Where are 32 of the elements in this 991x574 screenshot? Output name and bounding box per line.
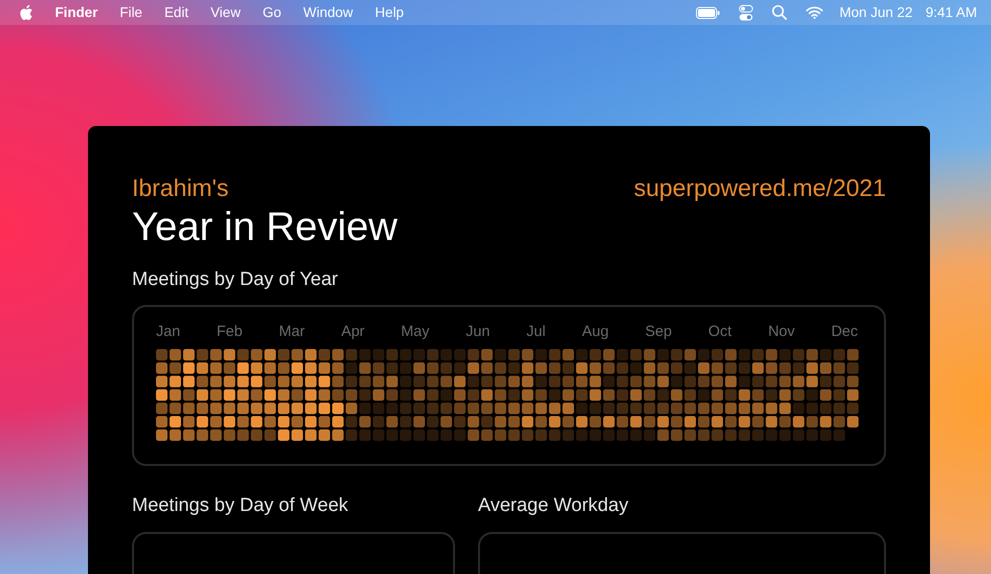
month-label: Dec [831,323,858,341]
menu-item[interactable]: View [210,2,241,23]
menu-item[interactable]: File [120,2,142,23]
month-label: Feb [216,323,242,341]
section-title: Meetings by Day of Week [132,494,350,518]
wifi-icon[interactable] [806,6,824,19]
month-label: Mar [278,323,305,341]
month-label: Jun [466,323,490,341]
menu-item[interactable]: Help [375,2,404,23]
menu-app-name[interactable]: Finder [55,2,98,23]
month-label: Jul [526,323,546,341]
menu-time[interactable]: 9:41 AM [926,2,977,23]
apple-logo-icon[interactable] [20,5,33,20]
month-label: Aug [582,323,609,341]
search-icon[interactable] [772,5,788,20]
menu-item[interactable]: Window [303,2,354,23]
site-url: superpowered.me/2021 [634,176,886,202]
month-label: Jan [156,323,180,341]
section-title: Average Workday [478,494,630,518]
menu-item[interactable]: Go [262,2,282,23]
page-title: Year in Review [132,204,398,250]
month-label: Oct [708,323,732,341]
month-label: Nov [768,323,795,341]
month-label: May [400,323,430,341]
owner-name: Ibrahim's [132,176,229,202]
section-title: Meetings by Day of Year [132,268,339,292]
control-center-icon[interactable] [739,4,754,20]
month-label: Sep [645,323,672,341]
menu-date[interactable]: Mon Jun 22 [839,2,913,23]
month-label: Apr [341,323,365,341]
menu-item[interactable]: Edit [164,2,188,23]
battery-icon[interactable] [696,6,720,18]
